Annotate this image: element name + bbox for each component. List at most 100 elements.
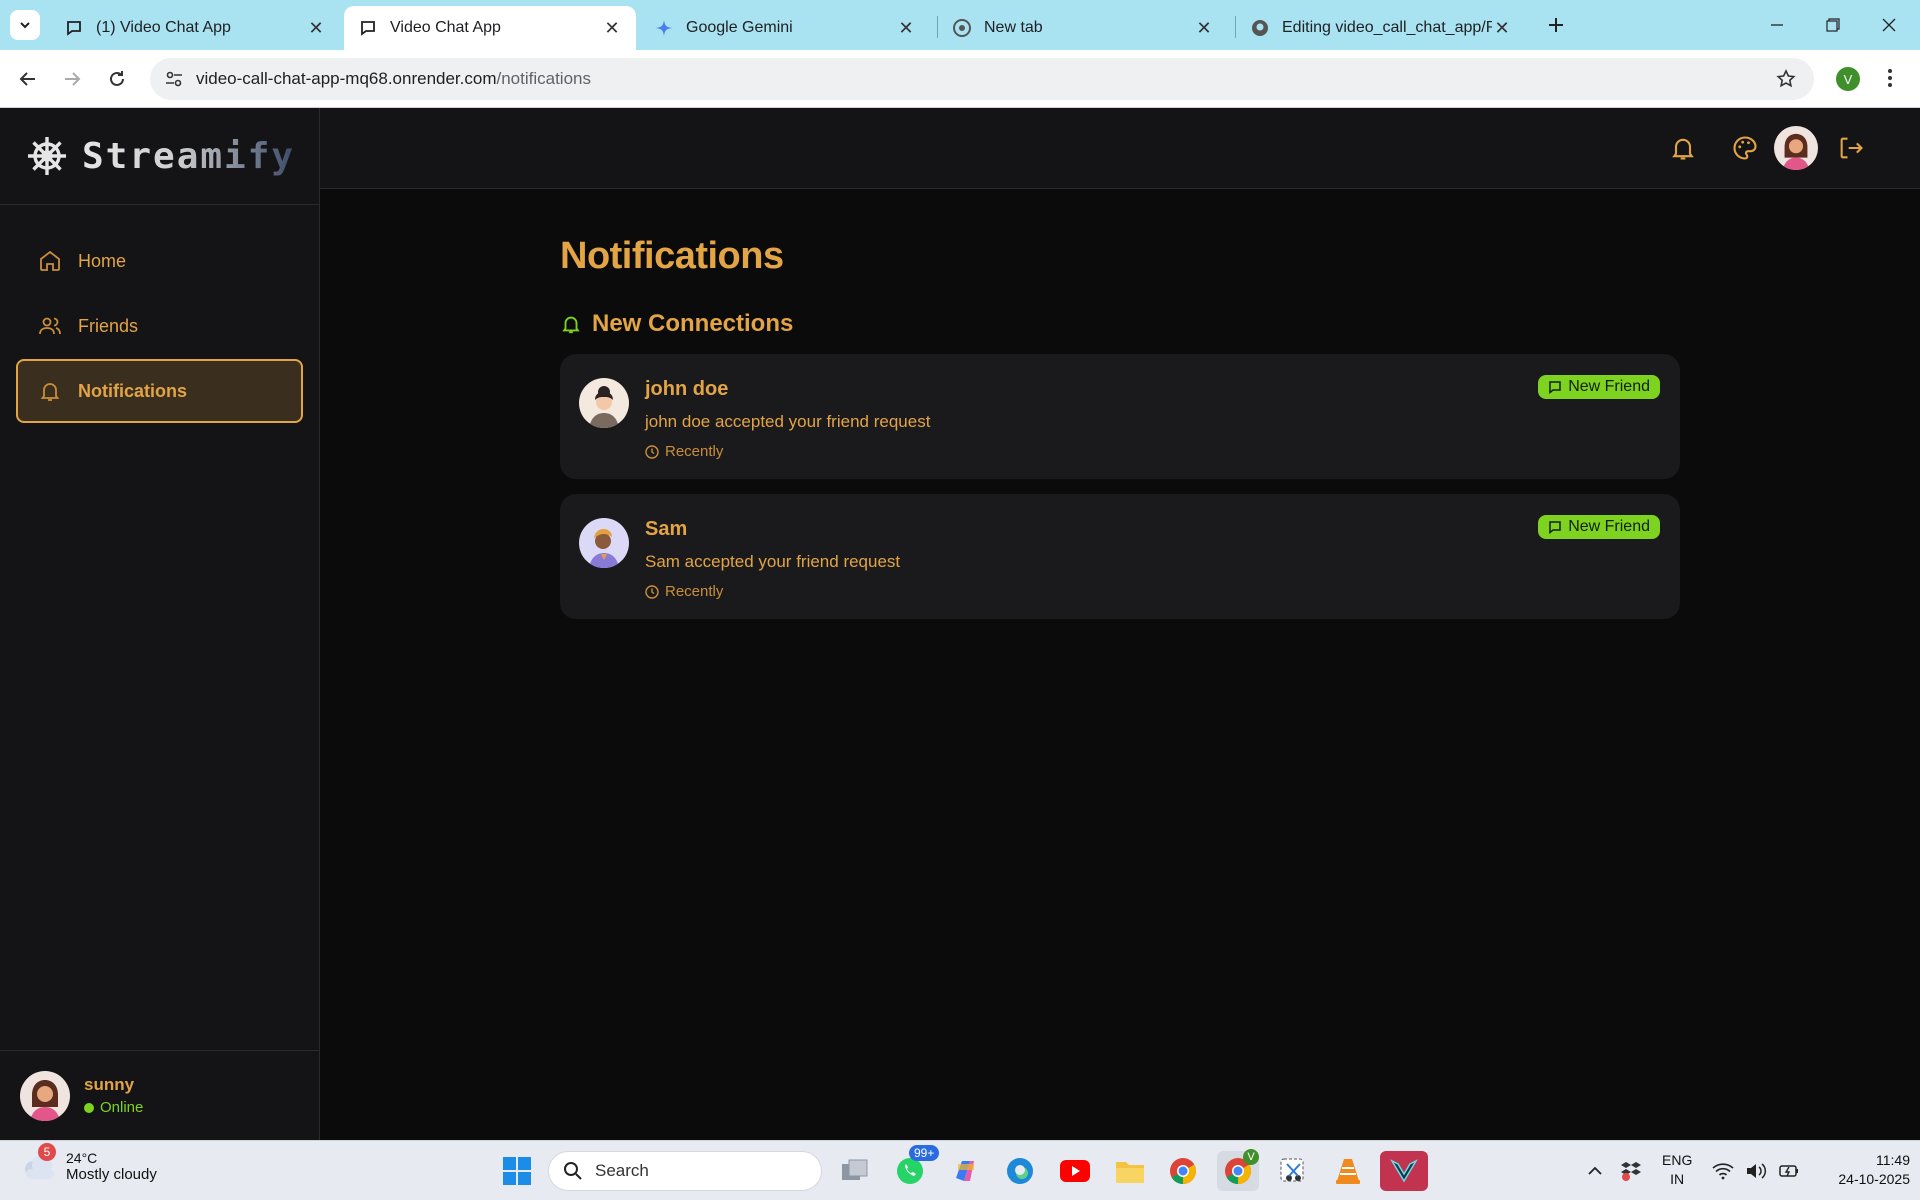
tab-title: Editing video_call_chat_app/RE/ [1282, 19, 1492, 36]
chrome-icon[interactable] [1162, 1151, 1204, 1191]
back-button[interactable] [12, 63, 44, 95]
language-indicator[interactable]: ENG IN [1662, 1151, 1692, 1189]
close-icon[interactable]: ✕ [896, 18, 916, 38]
search-placeholder: Search [595, 1161, 649, 1180]
snipping-tool-icon[interactable] [1272, 1151, 1314, 1191]
dropbox-icon[interactable] [1610, 1151, 1652, 1191]
whatsapp-icon[interactable]: 99+ [889, 1145, 940, 1191]
region-code: IN [1670, 1171, 1685, 1187]
tab-video-chat-1[interactable]: (1) Video Chat App ✕ [50, 6, 340, 50]
badge-label: New Friend [1568, 378, 1650, 395]
notification-name: john doe [645, 378, 729, 400]
notification-time: Recently [645, 443, 723, 460]
logout-button[interactable] [1831, 128, 1871, 168]
arrow-left-icon [19, 72, 35, 86]
chevron-down-icon [20, 22, 30, 29]
chat-icon [64, 18, 84, 38]
reload-button[interactable] [101, 63, 133, 95]
youtube-icon[interactable] [1054, 1151, 1096, 1191]
windows-icon [503, 1157, 531, 1185]
forward-button[interactable] [56, 63, 88, 95]
tab-video-chat-active[interactable]: Video Chat App ✕ [344, 6, 636, 50]
current-user-card[interactable]: sunny Online [0, 1050, 319, 1140]
kebab-menu-icon[interactable] [1880, 66, 1900, 95]
sidebar-item-label: Friends [78, 315, 139, 336]
taskbar-search[interactable]: Search [548, 1151, 822, 1191]
bookmark-star-icon[interactable] [1776, 69, 1796, 94]
github-icon [1250, 18, 1270, 38]
badge-label: New Friend [1568, 518, 1650, 535]
browser-tab-strip: (1) Video Chat App ✕ Video Chat App ✕ Go… [0, 0, 1920, 50]
notification-time-label: Recently [665, 443, 724, 460]
gemini-icon [654, 18, 674, 38]
tab-title: New tab [984, 19, 1043, 36]
speaker-icon [1746, 1163, 1767, 1179]
minimize-button[interactable] [1754, 8, 1800, 42]
new-tab-button[interactable] [1533, 8, 1579, 42]
file-explorer-icon[interactable] [1109, 1151, 1151, 1191]
page-title: Notifications [560, 235, 784, 277]
restore-button[interactable] [1810, 8, 1856, 42]
close-icon[interactable]: ✕ [1492, 18, 1512, 38]
minimize-icon [1771, 24, 1783, 26]
weather-desc: Mostly cloudy [66, 1165, 157, 1183]
chrome-profile-icon[interactable]: V [1217, 1149, 1259, 1191]
system-tray-icons[interactable] [1706, 1151, 1806, 1191]
sidebar-item-home[interactable]: Home [16, 229, 303, 293]
predator-sense-icon[interactable] [1380, 1151, 1428, 1191]
tab-search-button[interactable] [10, 10, 40, 40]
close-window-button[interactable] [1866, 8, 1912, 42]
brand[interactable]: Streamify [0, 108, 319, 205]
edge-icon[interactable] [999, 1151, 1041, 1191]
language-code: ENG [1662, 1152, 1693, 1168]
arrow-right-icon [65, 72, 81, 86]
theme-button[interactable] [1725, 128, 1765, 168]
notification-card[interactable]: Sam Sam accepted your friend request Rec… [560, 494, 1680, 619]
clock[interactable]: 11:49 24-10-2025 [1810, 1151, 1910, 1189]
avatar [579, 378, 629, 428]
url-input[interactable]: video-call-chat-app-mq68.onrender.com/no… [150, 58, 1814, 100]
brand-name: Streamify [82, 135, 296, 177]
notification-name: Sam [645, 518, 688, 540]
logout-icon [1840, 137, 1863, 159]
section-title: New Connections [592, 310, 794, 337]
clock-date: 24-10-2025 [1838, 1171, 1910, 1187]
chrome-profile-badge: V [1243, 1149, 1259, 1165]
notification-card[interactable]: john doe john doe accepted your friend r… [560, 354, 1680, 479]
bell-icon [1672, 138, 1694, 160]
sidebar-item-friends[interactable]: Friends [16, 294, 303, 358]
site-info-icon[interactable] [164, 69, 184, 94]
start-button[interactable] [496, 1151, 538, 1191]
clock-icon [645, 584, 659, 599]
chat-icon [358, 18, 378, 38]
main-content: Notifications New Connections john doe j… [560, 189, 1680, 619]
vlc-icon[interactable] [1327, 1151, 1369, 1191]
notifications-button[interactable] [1663, 128, 1703, 168]
weather-widget[interactable]: 5 24°C Mostly cloudy [20, 1143, 157, 1183]
sidebar-item-notifications[interactable]: Notifications [16, 359, 303, 423]
users-icon [39, 317, 61, 335]
tab-github[interactable]: Editing video_call_chat_app/RE/ ✕ [1236, 6, 1526, 50]
search-icon [564, 1162, 582, 1180]
sidebar-item-label: Home [78, 250, 127, 271]
current-user-name: sunny [84, 1075, 135, 1094]
close-icon[interactable]: ✕ [306, 18, 326, 38]
taskbar: 5 24°C Mostly cloudy Search 99+ V ENG IN [0, 1140, 1920, 1200]
message-icon [1549, 381, 1561, 394]
notification-message: Sam accepted your friend request [645, 552, 901, 571]
notification-time: Recently [645, 583, 723, 600]
profile-avatar[interactable]: V [1836, 67, 1860, 91]
bell-icon [562, 316, 580, 334]
url-path: /notifications [496, 69, 592, 88]
tab-gemini[interactable]: Google Gemini ✕ [640, 6, 930, 50]
copilot-icon[interactable] [944, 1151, 986, 1191]
close-icon[interactable]: ✕ [1194, 18, 1214, 38]
tab-title: Google Gemini [686, 19, 793, 36]
restore-icon [1826, 18, 1840, 32]
url-host: video-call-chat-app-mq68.onrender.com [196, 69, 497, 88]
tab-new-tab[interactable]: New tab ✕ [938, 6, 1228, 50]
profile-avatar[interactable] [1774, 126, 1818, 170]
task-view-icon[interactable] [834, 1151, 876, 1191]
sidebar-item-label: Notifications [78, 380, 188, 401]
close-icon[interactable]: ✕ [602, 18, 622, 38]
